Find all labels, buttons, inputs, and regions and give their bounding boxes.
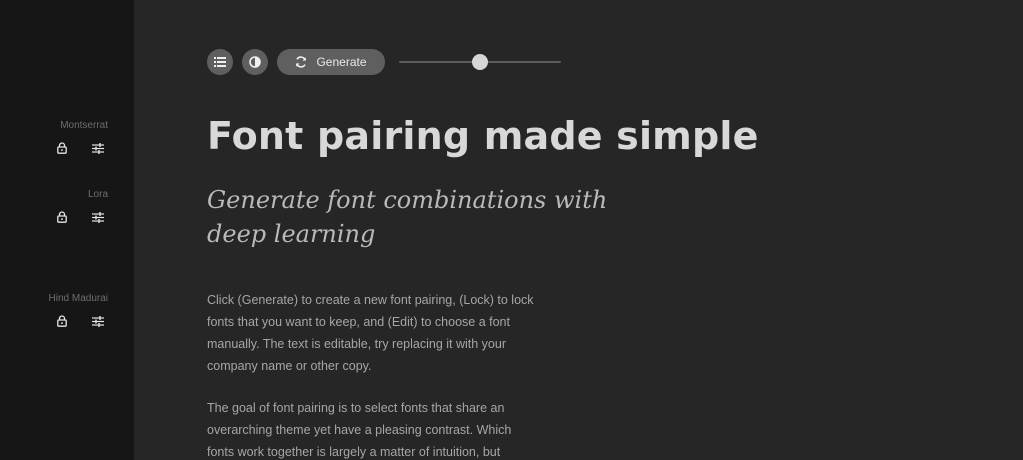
font-name-label: Lora <box>87 189 108 200</box>
sliders-icon[interactable] <box>90 140 106 156</box>
generate-button[interactable]: Generate <box>277 49 385 75</box>
body-paragraph[interactable]: The goal of font pairing is to select fo… <box>207 397 537 460</box>
font-controls <box>0 209 108 225</box>
font-controls <box>0 140 108 156</box>
font-slot-body: Hind Madurai <box>0 293 108 329</box>
font-controls <box>0 313 108 329</box>
font-name-label: Montserrat <box>60 120 108 131</box>
list-icon <box>214 57 226 67</box>
lock-icon[interactable] <box>54 209 70 225</box>
font-sidebar: Montserrat Lora Hind Madurai <box>0 0 134 460</box>
main-content: Generate Font pairing made simple Genera… <box>134 0 1023 460</box>
toolbar: Generate <box>207 49 561 75</box>
lock-icon[interactable] <box>54 140 70 156</box>
sliders-icon[interactable] <box>90 313 106 329</box>
sliders-icon[interactable] <box>90 209 106 225</box>
refresh-icon <box>295 56 307 68</box>
list-view-button[interactable] <box>207 49 233 75</box>
contrast-toggle-button[interactable] <box>242 49 268 75</box>
slider-thumb[interactable] <box>472 54 488 70</box>
font-slot-heading: Montserrat <box>0 120 108 156</box>
body-paragraph[interactable]: Click (Generate) to create a new font pa… <box>207 289 537 377</box>
contrast-icon <box>249 56 261 68</box>
font-slot-subheading: Lora <box>0 189 108 225</box>
variation-slider[interactable] <box>399 54 561 70</box>
app-window: Montserrat Lora Hind Madurai Generate Fo… <box>0 0 1023 460</box>
generate-label: Generate <box>316 55 367 69</box>
lock-icon[interactable] <box>54 313 70 329</box>
subheadline-text[interactable]: Generate font combinations with deep lea… <box>207 183 637 251</box>
headline-text[interactable]: Font pairing made simple <box>207 114 759 158</box>
font-name-label: Hind Madurai <box>48 293 108 304</box>
